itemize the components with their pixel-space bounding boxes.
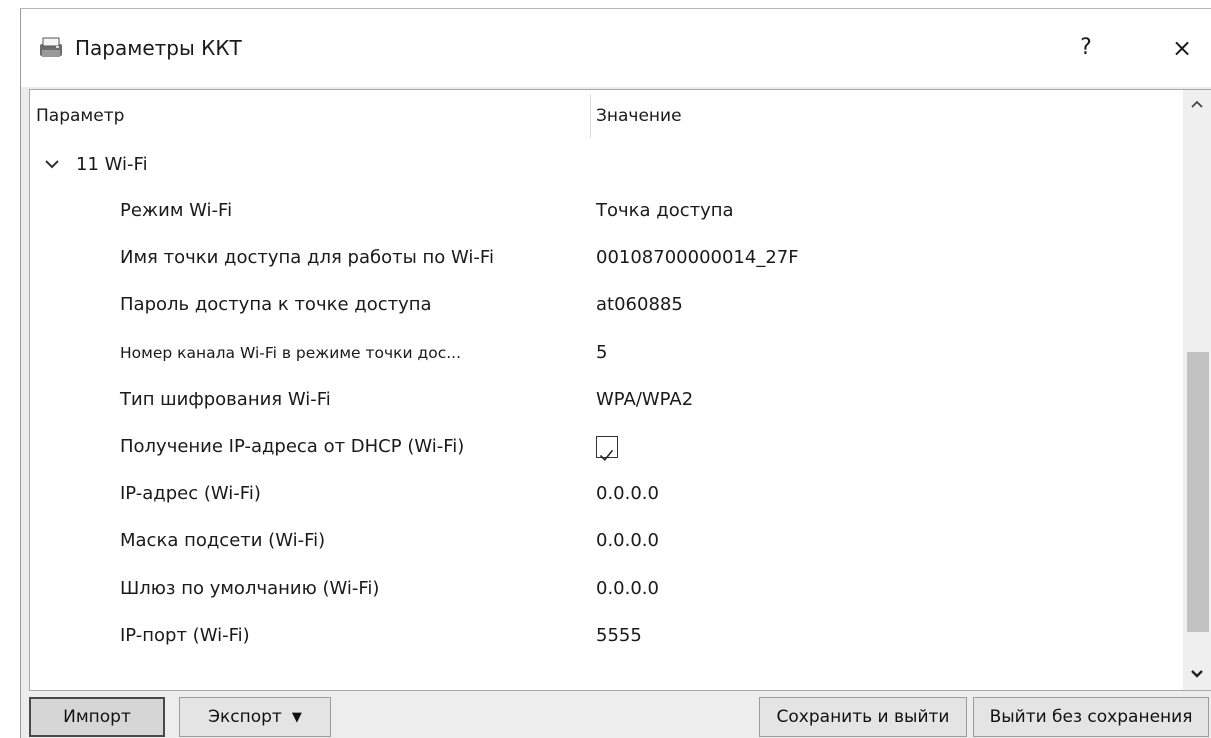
dhcp-checkbox[interactable] — [596, 436, 618, 461]
property-name: Режим Wi-Fi — [120, 200, 233, 221]
property-name: Тип шифрования Wi-Fi — [120, 388, 331, 410]
group-label: 11 Wi-Fi — [76, 154, 148, 175]
printer-icon — [40, 37, 62, 57]
export-label: Экспорт — [208, 707, 282, 727]
property-name: Шлюз по умолчанию (Wi-Fi) — [120, 577, 380, 599]
parameters-tree[interactable]: Параметр Значение 11 Wi-Fi Режим Wi-Fi То… — [29, 89, 1211, 691]
column-header-value[interactable]: Значение — [590, 90, 682, 142]
property-name: Получение IP-адреса от DHCP (Wi-Fi) — [120, 436, 465, 457]
property-name: IP-порт (Wi-Fi) — [120, 624, 250, 646]
property-row[interactable]: Имя точки доступа для работы по Wi-Fi 001… — [30, 235, 1183, 281]
property-value[interactable]: 0.0.0.0 — [596, 566, 659, 612]
property-value[interactable]: 5555 — [596, 613, 642, 659]
close-button[interactable]: × — [1165, 31, 1199, 65]
chevron-down-icon[interactable] — [42, 142, 62, 188]
property-row[interactable]: Получение IP-адреса от DHCP (Wi-Fi) — [30, 424, 1183, 470]
property-value[interactable]: WPA/WPA2 — [596, 377, 693, 423]
property-row[interactable]: Пароль доступа к точке доступа at060885 — [30, 282, 1183, 328]
kkt-parameters-dialog: Параметры ККТ ? × Параметр Значение 11 W… — [20, 8, 1211, 738]
property-value[interactable]: 0.0.0.0 — [596, 471, 659, 517]
window-title: Параметры ККТ — [75, 36, 242, 60]
tree-header: Параметр Значение — [30, 90, 1183, 142]
property-row[interactable]: Режим Wi-Fi Точка доступа — [30, 188, 1183, 234]
import-button[interactable]: Импорт — [29, 697, 165, 737]
property-row[interactable]: Номер канала Wi-Fi в режиме точки дос...… — [30, 330, 1183, 376]
tree-group-wifi[interactable]: 11 Wi-Fi — [30, 142, 1183, 188]
property-value[interactable]: at060885 — [596, 282, 683, 328]
property-value[interactable]: 00108700000014_27F — [596, 235, 799, 281]
property-name: Маска подсети (Wi-Fi) — [120, 530, 326, 552]
property-row[interactable]: Тип шифрования Wi-Fi WPA/WPA2 — [30, 377, 1183, 423]
property-row[interactable]: Маска подсети (Wi-Fi) 0.0.0.0 — [30, 518, 1183, 564]
scroll-down-icon[interactable] — [1183, 660, 1211, 688]
scrollbar-thumb[interactable] — [1187, 352, 1209, 632]
help-button[interactable]: ? — [1069, 31, 1103, 65]
scroll-up-icon[interactable] — [1183, 90, 1211, 118]
property-row[interactable]: Шлюз по умолчанию (Wi-Fi) 0.0.0.0 — [30, 566, 1183, 612]
property-name: Номер канала Wi-Fi в режиме точки дос... — [120, 343, 462, 362]
property-name: Имя точки доступа для работы по Wi-Fi — [120, 247, 494, 269]
checkmark-icon — [599, 449, 614, 461]
property-name: IP-адрес (Wi-Fi) — [120, 483, 261, 505]
exit-without-saving-button[interactable]: Выйти без сохранения — [973, 697, 1209, 737]
property-value[interactable]: Точка доступа — [596, 188, 734, 234]
property-name: Пароль доступа к точке доступа — [120, 294, 432, 316]
title-bar: Параметры ККТ ? × — [21, 9, 1211, 87]
vertical-scrollbar[interactable] — [1183, 90, 1211, 690]
property-row[interactable]: IP-порт (Wi-Fi) 5555 — [30, 613, 1183, 659]
dropdown-arrow-icon: ▼ — [291, 710, 302, 725]
property-value[interactable]: 5 — [596, 330, 607, 376]
export-button[interactable]: Экспорт ▼ — [179, 697, 331, 737]
column-header-parameter[interactable]: Параметр — [30, 90, 124, 142]
property-value[interactable]: 0.0.0.0 — [596, 518, 659, 564]
save-and-exit-button[interactable]: Сохранить и выйти — [759, 697, 967, 737]
property-row[interactable]: IP-адрес (Wi-Fi) 0.0.0.0 — [30, 471, 1183, 517]
